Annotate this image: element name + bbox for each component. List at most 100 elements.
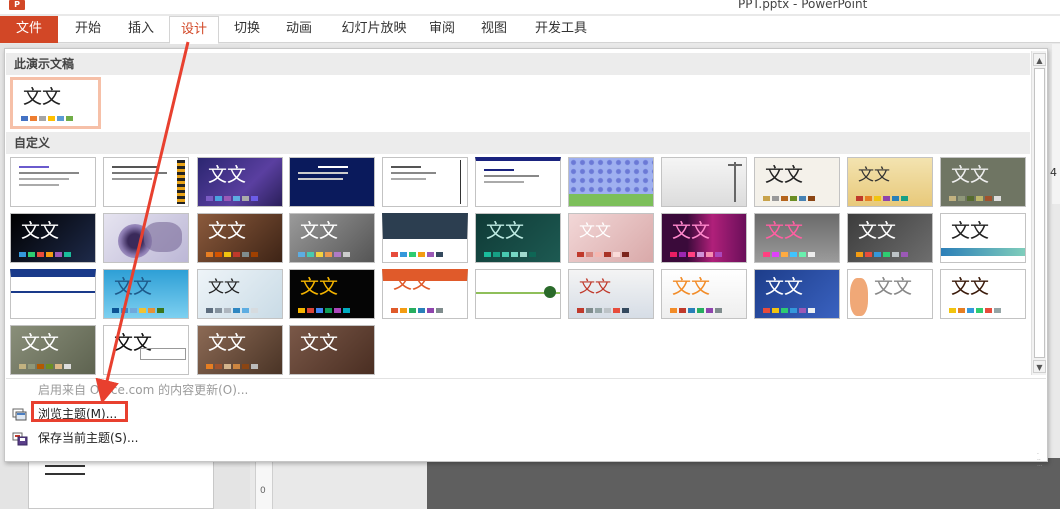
thumb-text-line (45, 473, 85, 475)
theme-thumbnail[interactable] (10, 157, 96, 207)
theme-thumbnail[interactable] (10, 269, 96, 319)
theme-thumbnail[interactable]: 文文 (382, 213, 468, 263)
theme-preview-text: 文文 (765, 220, 804, 242)
theme-preview-text: 文文 (21, 332, 60, 354)
theme-preview-text: 文文 (672, 220, 711, 242)
theme-thumbnail[interactable] (475, 157, 561, 207)
tab-transitions[interactable]: 切换 (224, 16, 270, 43)
menu-label: 保存当前主题(S)... (38, 431, 139, 445)
ribbon-tab-bar: 文件 开始 插入 设计 切换 动画 幻灯片放映 审阅 视图 开发工具 (0, 16, 1060, 44)
theme-thumbnail[interactable]: 文文 (940, 213, 1026, 263)
theme-thumbnail[interactable]: 文文 (103, 269, 189, 319)
tab-insert[interactable]: 插入 (118, 16, 164, 43)
theme-thumbnail[interactable] (103, 157, 189, 207)
theme-preview-text: 文文 (874, 276, 913, 298)
theme-thumbnail[interactable]: 文文 (10, 325, 96, 375)
powerpoint-app-icon[interactable]: P (9, 0, 25, 10)
scroll-up-arrow-icon[interactable]: ▲ (1033, 53, 1046, 66)
browse-themes-icon (12, 407, 28, 421)
ruler-mark: 0 (260, 486, 266, 496)
theme-shape-decoration (144, 222, 182, 252)
theme-thumbnail[interactable]: 文文 (568, 269, 654, 319)
tab-review[interactable]: 审阅 (420, 16, 464, 43)
theme-thumbnail[interactable]: 文文 (197, 157, 283, 207)
theme-color-swatches (19, 252, 71, 257)
slide-thumbnail[interactable] (28, 458, 214, 509)
menu-save-current-theme[interactable]: 保存当前主题(S)... (6, 427, 1046, 449)
theme-color-swatches (206, 364, 258, 369)
theme-thumbnail[interactable]: 文文 (103, 325, 189, 375)
theme-preview-text: 文文 (21, 220, 60, 242)
menu-enable-office-updates: 启用来自 Office.com 的内容更新(O)... (6, 379, 1046, 401)
theme-thumbnail[interactable]: 文文 (661, 269, 747, 319)
theme-thumbnail[interactable]: 文文 (568, 213, 654, 263)
theme-outline-preview (391, 166, 461, 184)
theme-thumbnail[interactable]: 文文 (197, 325, 283, 375)
theme-preview-text: 文文 (114, 276, 153, 298)
theme-pole-decoration (728, 164, 742, 166)
resize-grip-icon[interactable]: · · · · · · (1037, 452, 1042, 470)
slide-canvas-area (427, 458, 1060, 509)
theme-thumbnail[interactable] (382, 157, 468, 207)
theme-thumbnail[interactable]: 文文 (847, 213, 933, 263)
theme-thumbnail[interactable] (568, 157, 654, 207)
tab-design[interactable]: 设计 (169, 16, 219, 44)
theme-preview-text: 文文 (951, 276, 990, 298)
theme-current[interactable]: 文文 (10, 77, 101, 129)
theme-thumbnail[interactable]: 文文 (289, 325, 375, 375)
theme-thumbnail[interactable] (289, 157, 375, 207)
theme-thumbnail[interactable]: 文文 (289, 269, 375, 319)
theme-preview-text: 文文 (300, 332, 339, 354)
theme-thumbnail[interactable]: 文文 (940, 157, 1026, 207)
scroll-thumb[interactable] (1034, 68, 1045, 358)
theme-preview-text: 文文 (672, 276, 711, 298)
theme-thumbnail[interactable]: 文文 (754, 213, 840, 263)
theme-outline-preview (298, 166, 368, 184)
theme-thumbnail[interactable] (475, 269, 561, 319)
theme-thumbnail[interactable]: 文文 (289, 213, 375, 263)
theme-line-decoration (11, 291, 95, 293)
theme-thumbnail[interactable]: 文文 (940, 269, 1026, 319)
theme-color-swatches (856, 252, 908, 257)
theme-shape-decoration (850, 278, 868, 316)
theme-preview-text: 文文 (208, 220, 247, 242)
theme-thumbnail[interactable]: 文文 (475, 213, 561, 263)
tab-file[interactable]: 文件 (0, 16, 58, 43)
theme-outline-preview (19, 166, 89, 190)
tab-animations[interactable]: 动画 (276, 16, 322, 43)
tab-home[interactable]: 开始 (63, 16, 113, 43)
save-theme-icon (12, 431, 28, 446)
theme-color-swatches (206, 252, 258, 257)
theme-color-swatches (763, 308, 815, 313)
theme-thumbnail[interactable]: 文文 (661, 213, 747, 263)
menu-label: 浏览主题(M)... (38, 407, 118, 421)
gallery-scrollbar[interactable]: ▲ ▼ (1031, 51, 1046, 375)
theme-thumbnail[interactable]: 文文 (197, 269, 283, 319)
theme-ground-decoration (569, 194, 653, 206)
tab-view[interactable]: 视图 (472, 16, 516, 43)
theme-thumbnail[interactable]: 文文 (847, 157, 933, 207)
theme-thumbnail[interactable]: 文文 (10, 213, 96, 263)
tab-developer[interactable]: 开发工具 (527, 16, 595, 43)
scroll-down-arrow-icon[interactable]: ▼ (1033, 360, 1046, 373)
theme-thumbnail[interactable] (103, 213, 189, 263)
theme-color-swatches (763, 196, 815, 201)
theme-color-swatches (206, 196, 258, 201)
menu-browse-themes[interactable]: 浏览主题(M)... (6, 403, 1046, 425)
theme-thumbnail[interactable]: 文文 (382, 269, 468, 319)
theme-thumbnail[interactable]: 文文 (754, 269, 840, 319)
theme-preview-text: 文文 (208, 164, 247, 186)
theme-color-swatches (856, 196, 908, 201)
theme-line-decoration (460, 160, 461, 204)
theme-color-swatches (391, 252, 443, 257)
theme-thumbnail[interactable]: 文文 (754, 157, 840, 207)
theme-outline-preview (112, 166, 182, 184)
tab-slideshow[interactable]: 幻灯片放映 (334, 16, 414, 43)
theme-thumbnail[interactable]: 文文 (847, 269, 933, 319)
theme-thumbnail[interactable] (661, 157, 747, 207)
theme-preview-text: 文文 (486, 220, 525, 242)
theme-circle-decoration (544, 286, 556, 298)
theme-thumbnail[interactable]: 文文 (197, 213, 283, 263)
theme-preview-text: 文文 (858, 165, 891, 184)
theme-color-swatches (670, 252, 722, 257)
